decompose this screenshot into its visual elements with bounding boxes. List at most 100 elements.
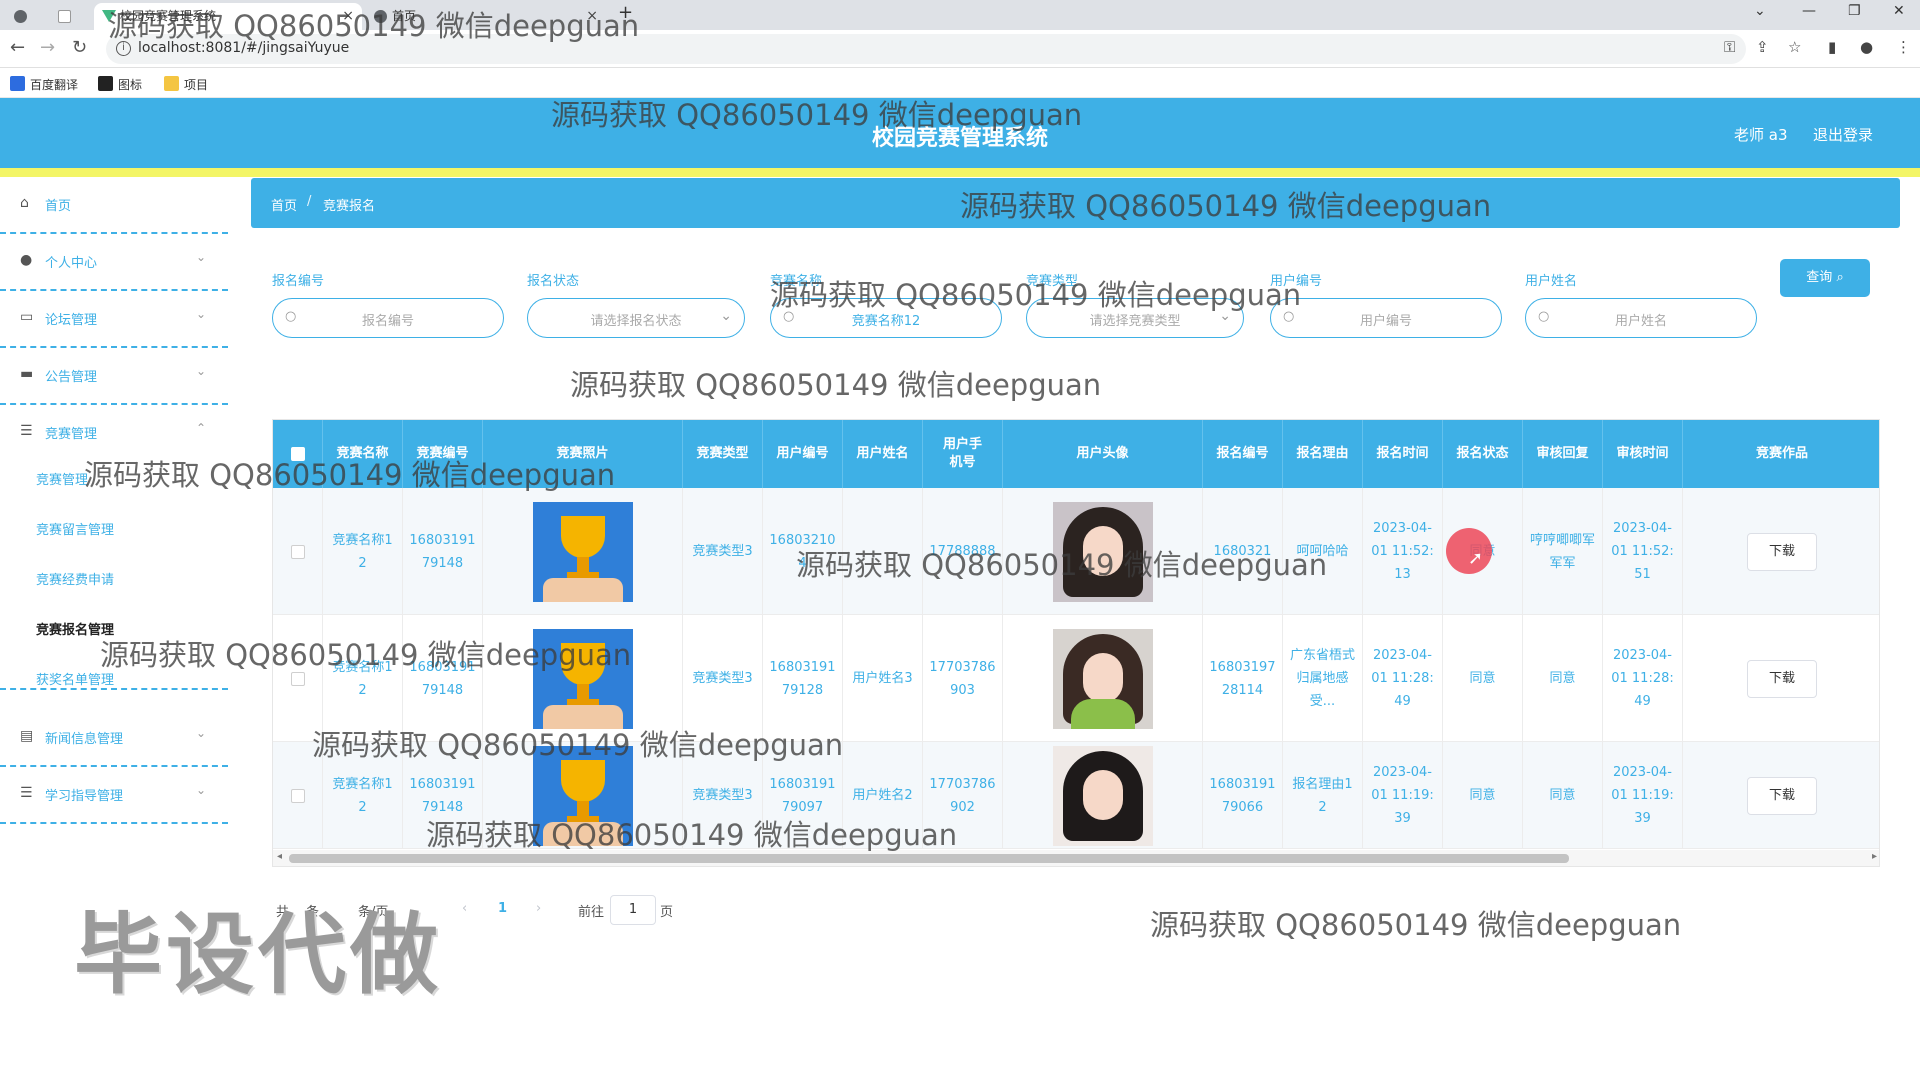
column-header[interactable]: 竞赛编号 — [403, 420, 483, 488]
bookmark-item[interactable]: 项目 — [164, 76, 208, 93]
next-page-icon[interactable]: › — [536, 901, 541, 916]
sidepanel-icon[interactable]: ▮ — [1828, 38, 1836, 56]
bookmark-item[interactable]: 图标 — [98, 76, 142, 93]
browser-tab[interactable] — [50, 3, 90, 30]
sidebar-item-forum[interactable]: ▭ 论坛管理 ⌄ — [0, 291, 228, 348]
row-checkbox[interactable] — [290, 671, 305, 686]
download-button[interactable]: 下载 — [1747, 659, 1817, 698]
cell-user-name: 用户姓名2 — [843, 742, 923, 849]
prev-page-icon[interactable]: ‹ — [462, 901, 467, 916]
column-header[interactable]: 报名状态 — [1443, 420, 1523, 488]
submenu-competition-funding[interactable]: 竞赛经费申请 — [36, 569, 114, 588]
user-name-input[interactable]: ○ 用户姓名 — [1525, 298, 1757, 338]
label-user-no: 用户编号 — [1270, 274, 1323, 289]
forum-icon: ▭ — [20, 309, 34, 325]
close-icon[interactable]: × — [342, 3, 354, 30]
trophy-image — [532, 501, 633, 602]
header-accent-line — [0, 168, 1920, 177]
cell-status: 同意 — [1443, 742, 1523, 849]
table-row[interactable]: 竞赛名称12 1680319179148 竞赛类型3 1680319179097… — [273, 742, 1879, 849]
submenu-competition-registration[interactable]: 竞赛报名管理 — [36, 619, 114, 638]
breadcrumb-home[interactable]: 首页 — [271, 195, 297, 214]
page-number-current[interactable]: 1 — [498, 901, 507, 916]
column-header[interactable]: 报名编号 — [1203, 420, 1283, 488]
sidebar-item-profile[interactable]: ● 个人中心 ⌄ — [0, 234, 228, 291]
bookmark-item[interactable]: 百度翻译 — [10, 76, 78, 93]
column-header[interactable]: 报名理由 — [1283, 420, 1363, 488]
competition-type-select[interactable]: 请选择竞赛类型 ⌄ — [1026, 298, 1244, 338]
select-all-checkbox[interactable] — [290, 447, 305, 461]
close-icon[interactable]: × — [586, 3, 598, 30]
goto-page-input[interactable]: 1 — [610, 895, 656, 925]
submenu-competition[interactable]: 竞赛管理 — [36, 469, 88, 488]
chevron-down-icon[interactable]: ⌄ — [1754, 3, 1766, 19]
back-icon[interactable]: ← — [10, 37, 25, 58]
profile-icon[interactable]: ● — [1860, 38, 1873, 56]
reload-icon[interactable]: ↻ — [72, 37, 87, 58]
restore-icon[interactable]: ❐ — [1848, 3, 1861, 19]
cell-competition-type: 竞赛类型3 — [683, 742, 763, 849]
page-icon — [58, 10, 71, 23]
cell-apply-time: 2023-04-01 11:52:13 — [1363, 488, 1443, 615]
column-header[interactable]: 用户手机号 — [923, 420, 1003, 488]
competition-name-input[interactable]: ○ 竞赛名称12 — [770, 298, 1002, 338]
new-tab-icon[interactable]: + — [618, 2, 633, 23]
sidebar-item-news[interactable]: ▤ 新闻信息管理 ⌄ — [0, 710, 228, 767]
row-checkbox[interactable] — [290, 544, 305, 559]
column-header[interactable]: 审核时间 — [1603, 420, 1683, 488]
scroll-left-icon[interactable]: ◂ — [277, 851, 282, 862]
submenu-competition-message[interactable]: 竞赛留言管理 — [36, 519, 114, 538]
cell-user-no: 168032104 — [763, 488, 843, 615]
sidebar-item-guide[interactable]: ☰ 学习指导管理 ⌄ — [0, 767, 228, 824]
star-icon[interactable]: ☆ — [1788, 38, 1801, 56]
label-user-name: 用户姓名 — [1525, 274, 1578, 289]
cell-reply: 同意 — [1523, 742, 1603, 849]
breadcrumb-separator: / — [307, 194, 312, 209]
download-button[interactable]: 下载 — [1747, 776, 1817, 815]
column-header[interactable]: 竞赛名称 — [323, 420, 403, 488]
cell-apply-time: 2023-04-01 11:28:49 — [1363, 615, 1443, 742]
submenu-award-list[interactable]: 获奖名单管理 — [36, 669, 114, 688]
column-header[interactable]: 审核回复 — [1523, 420, 1603, 488]
tab-title: 首页 — [392, 9, 417, 23]
horizontal-scrollbar[interactable]: ◂ ▸ — [273, 850, 1879, 866]
column-header[interactable]: 用户头像 — [1003, 420, 1203, 488]
sidebar-item-notice[interactable]: ▬ 公告管理 ⌄ — [0, 348, 228, 405]
table-row[interactable]: 竞赛名称12 1680319179148 竞赛类型3 1680319179128… — [273, 615, 1879, 742]
key-icon[interactable]: ⚿ — [1724, 38, 1735, 56]
user-no-input[interactable]: ○ 用户编号 — [1270, 298, 1502, 338]
table-row[interactable]: 竞赛名称12 1680319179148 竞赛类型3 168032104 177… — [273, 488, 1879, 615]
query-button[interactable]: 查询 ⌕ — [1780, 259, 1870, 297]
column-header[interactable]: 用户编号 — [763, 420, 843, 488]
column-header[interactable]: 用户姓名 — [843, 420, 923, 488]
minimize-icon[interactable]: — — [1802, 3, 1816, 19]
column-header[interactable]: 竞赛类型 — [683, 420, 763, 488]
info-icon[interactable]: i — [116, 41, 131, 56]
apply-status-select[interactable]: 请选择报名状态 ⌄ — [527, 298, 745, 338]
sidebar-item-competition[interactable]: ☰ 竞赛管理 ⌃ 竞赛管理 竞赛留言管理 竞赛经费申请 竞赛报名管理 获奖名单管… — [0, 405, 228, 690]
url-field[interactable]: i localhost:8081/#/jingsaiYuyue — [106, 34, 1746, 64]
chevron-up-icon: ⌃ — [195, 421, 206, 435]
avatar — [1052, 745, 1153, 846]
row-checkbox[interactable] — [290, 788, 305, 803]
share-icon[interactable]: ⇪ — [1756, 38, 1769, 56]
column-header[interactable]: 报名时间 — [1363, 420, 1443, 488]
trophy-image — [532, 745, 633, 846]
chevron-down-icon: ⌄ — [195, 726, 206, 740]
logout-link[interactable]: 退出登录 — [1813, 124, 1873, 145]
column-header[interactable]: 竞赛照片 — [483, 420, 683, 488]
download-button[interactable]: 下载 — [1747, 532, 1817, 571]
apply-no-input[interactable]: ○ 报名编号 — [272, 298, 504, 338]
cell-competition-name: 竞赛名称12 — [323, 488, 403, 615]
browser-tab[interactable] — [6, 3, 46, 30]
scroll-right-icon[interactable]: ▸ — [1872, 851, 1877, 862]
window-close-icon[interactable]: ✕ — [1893, 3, 1905, 19]
forward-icon[interactable]: → — [40, 37, 55, 58]
bookmark-label: 百度翻译 — [30, 78, 79, 92]
menu-icon[interactable]: ⋮ — [1896, 38, 1911, 56]
browser-tab-active[interactable]: 校园竞赛管理系统 × — [94, 3, 362, 30]
column-header[interactable]: 竞赛作品 — [1683, 420, 1879, 488]
scrollbar-thumb[interactable] — [289, 854, 1569, 863]
browser-tab[interactable]: 首页 × — [366, 3, 606, 30]
sidebar-item-home[interactable]: ⌂ 首页 — [0, 177, 228, 234]
